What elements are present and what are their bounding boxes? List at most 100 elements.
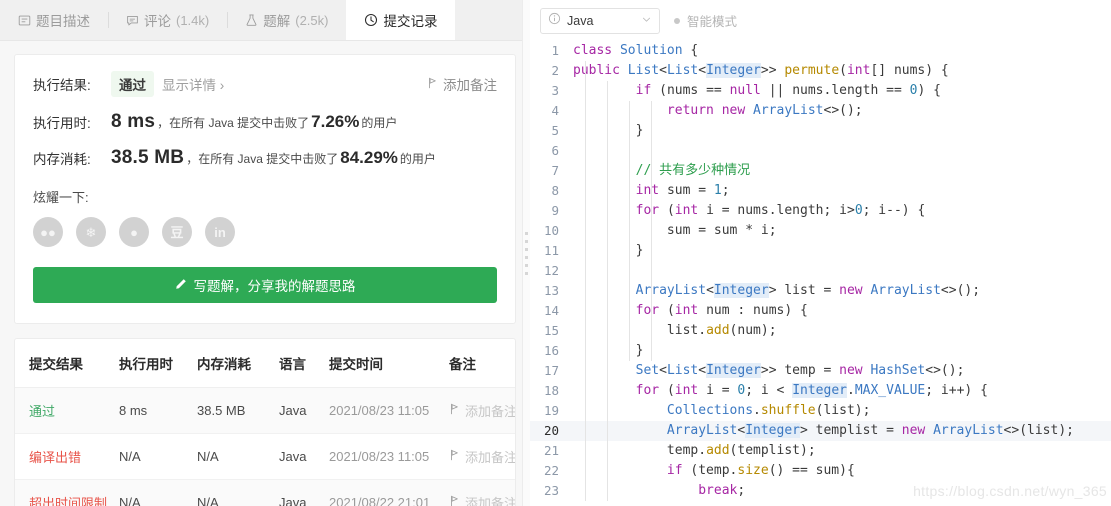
- execution-result-card: 执行结果: 通过 显示详情 › 添加备注 执行用时: 8 ms ，在所有 Jav…: [14, 54, 516, 324]
- tab-description[interactable]: 题目描述: [0, 0, 108, 40]
- smart-mode-toggle[interactable]: 智能模式: [674, 11, 737, 30]
- add-note-label: 添加备注: [465, 496, 516, 506]
- flask-icon: [245, 13, 258, 27]
- share-icon-list: ●● ❄ ● 豆 in: [33, 217, 497, 247]
- code-line[interactable]: 15 list.add(num);: [530, 321, 1111, 341]
- cell-runtime: N/A: [119, 479, 197, 506]
- cell-note[interactable]: 添加备注: [449, 387, 515, 434]
- code-line[interactable]: 12: [530, 261, 1111, 281]
- cell-status[interactable]: 超出时间限制: [15, 479, 119, 506]
- code-content[interactable]: 1 class Solution {2 public List<List<Integ…: [530, 41, 1111, 506]
- code-line[interactable]: 19 Collections.shuffle(list);: [530, 401, 1111, 421]
- code-line[interactable]: 20 ArrayList<Integer> templist = new Arr…: [530, 421, 1111, 441]
- code-line[interactable]: 18 for (int i = 0; i < Integer.MAX_VALUE…: [530, 381, 1111, 401]
- tab-comments[interactable]: 评论 (1.4k): [108, 0, 227, 40]
- indent-guide: [585, 61, 586, 501]
- line-number: 22: [543, 463, 559, 478]
- code-line[interactable]: 16 }: [530, 341, 1111, 361]
- language-select-value: Java: [567, 13, 594, 28]
- table-row[interactable]: 超出时间限制 N/A N/A Java 2021/08/22 21:01 添加备…: [15, 479, 516, 506]
- tab-submissions[interactable]: 提交记录: [346, 0, 456, 40]
- tab-label: 题目描述: [36, 14, 90, 29]
- chevron-down-icon: [641, 12, 652, 30]
- qq-share-icon[interactable]: ●: [119, 217, 149, 247]
- table-head: 提交结果 执行用时 内存消耗 语言 提交时间 备注: [15, 339, 515, 388]
- runtime-percentile: 7.26%: [311, 112, 360, 131]
- code-text: Collections.shuffle(list);: [666, 403, 871, 418]
- code-line[interactable]: 9 for (int i = nums.length; i>0; i--) {: [530, 201, 1111, 221]
- show-detail-link[interactable]: 显示详情 ›: [162, 74, 224, 94]
- tab-label: 评论: [144, 14, 171, 29]
- tab-solutions[interactable]: 题解 (2.5k): [227, 0, 346, 40]
- runtime-label: 执行用时:: [33, 116, 91, 131]
- douban-share-icon[interactable]: 豆: [162, 217, 192, 247]
- code-text: list.add(num);: [666, 323, 777, 338]
- comment-icon: [126, 14, 139, 27]
- line-number: 4: [551, 103, 559, 118]
- code-line[interactable]: 10 sum = sum * i;: [530, 221, 1111, 241]
- th-language: 语言: [279, 339, 329, 388]
- cell-submitted: 2021/08/23 11:05: [329, 387, 449, 434]
- cell-language: Java: [279, 387, 329, 434]
- line-number: 9: [551, 203, 559, 218]
- code-line[interactable]: 1 class Solution {: [530, 41, 1111, 61]
- line-number: 8: [551, 183, 559, 198]
- pencil-icon: [175, 278, 187, 293]
- code-text: for (int num : nums) {: [635, 303, 808, 318]
- code-text: if (temp.size() == sum){: [666, 463, 855, 478]
- code-line[interactable]: 2 public List<List<Integer>> permute(int[…: [530, 61, 1111, 81]
- line-number: 14: [543, 303, 559, 318]
- cell-status[interactable]: 通过: [15, 387, 119, 434]
- memory-suffix: 的用户: [399, 151, 436, 166]
- code-line[interactable]: 23 break;: [530, 481, 1111, 501]
- cell-language: Java: [279, 479, 329, 506]
- cell-status[interactable]: 编译出错: [15, 433, 119, 480]
- code-line[interactable]: 4 return new ArrayList<>();: [530, 101, 1111, 121]
- flag-icon: [449, 495, 460, 506]
- weibo-share-icon[interactable]: ❄: [76, 217, 106, 247]
- write-solution-button[interactable]: 写题解，分享我的解题思路: [33, 267, 497, 303]
- table-header-row: 提交结果 执行用时 内存消耗 语言 提交时间 备注: [15, 339, 515, 388]
- table-row[interactable]: 编译出错 N/A N/A Java 2021/08/23 11:05 添加备注: [15, 433, 515, 480]
- runtime-row: 执行用时: 8 ms ，在所有 Java 提交中击败了 7.26% 的用户: [33, 111, 497, 133]
- submissions-table-card: 提交结果 执行用时 内存消耗 语言 提交时间 备注 通过 8 ms 38.5 M…: [14, 338, 516, 506]
- code-text: int sum = 1;: [635, 183, 730, 198]
- code-text: ArrayList<Integer> templist = new ArrayL…: [666, 423, 1074, 438]
- linkedin-share-icon[interactable]: in: [205, 217, 235, 247]
- cell-note[interactable]: 添加备注: [449, 479, 516, 506]
- flag-icon: [449, 449, 460, 464]
- code-line[interactable]: 6: [530, 141, 1111, 161]
- code-text: if (nums == null || nums.length == 0) {: [635, 83, 941, 98]
- code-line[interactable]: 22 if (temp.size() == sum){: [530, 461, 1111, 481]
- code-line[interactable]: 13 ArrayList<Integer> list = new ArrayLi…: [530, 281, 1111, 301]
- code-text: break;: [698, 483, 746, 498]
- indent-guide: [629, 101, 630, 361]
- share-section: 炫耀一下: ●● ❄ ● 豆 in: [33, 187, 497, 247]
- code-text: Set<List<Integer>> temp = new HashSet<>(…: [635, 363, 965, 378]
- wechat-share-icon[interactable]: ●●: [33, 217, 63, 247]
- cell-memory: N/A: [197, 433, 279, 480]
- line-number: 3: [551, 83, 559, 98]
- code-line[interactable]: 11 }: [530, 241, 1111, 261]
- code-line[interactable]: 14 for (int num : nums) {: [530, 301, 1111, 321]
- line-number: 6: [551, 143, 559, 158]
- panel-resize-handle[interactable]: [522, 0, 530, 506]
- code-editor-panel: Java 智能模式 1 class Solution {2 public List<…: [530, 0, 1111, 506]
- code-line[interactable]: 5 }: [530, 121, 1111, 141]
- line-number: 5: [551, 123, 559, 138]
- memory-midtext: ，在所有 Java 提交中击败了: [186, 151, 339, 166]
- code-line[interactable]: 21 temp.add(templist);: [530, 441, 1111, 461]
- cell-note[interactable]: 添加备注: [449, 433, 515, 480]
- table-row[interactable]: 通过 8 ms 38.5 MB Java 2021/08/23 11:05 添加…: [15, 387, 515, 434]
- code-line[interactable]: 7 // 共有多少种情况: [530, 161, 1111, 181]
- language-select[interactable]: Java: [540, 7, 660, 34]
- add-note-label: 添加备注: [443, 78, 497, 93]
- code-line[interactable]: 3 if (nums == null || nums.length == 0) …: [530, 81, 1111, 101]
- code-line[interactable]: 17 Set<List<Integer>> temp = new HashSet…: [530, 361, 1111, 381]
- code-line[interactable]: 8 int sum = 1;: [530, 181, 1111, 201]
- indent-guide: [651, 101, 652, 361]
- cell-runtime: 8 ms: [119, 387, 197, 434]
- share-label: 炫耀一下:: [33, 190, 89, 205]
- add-note-button[interactable]: 添加备注: [427, 74, 497, 94]
- problem-tabbar: 题目描述 评论 (1.4k) 题解 (2.5k) 提交记录: [0, 0, 530, 41]
